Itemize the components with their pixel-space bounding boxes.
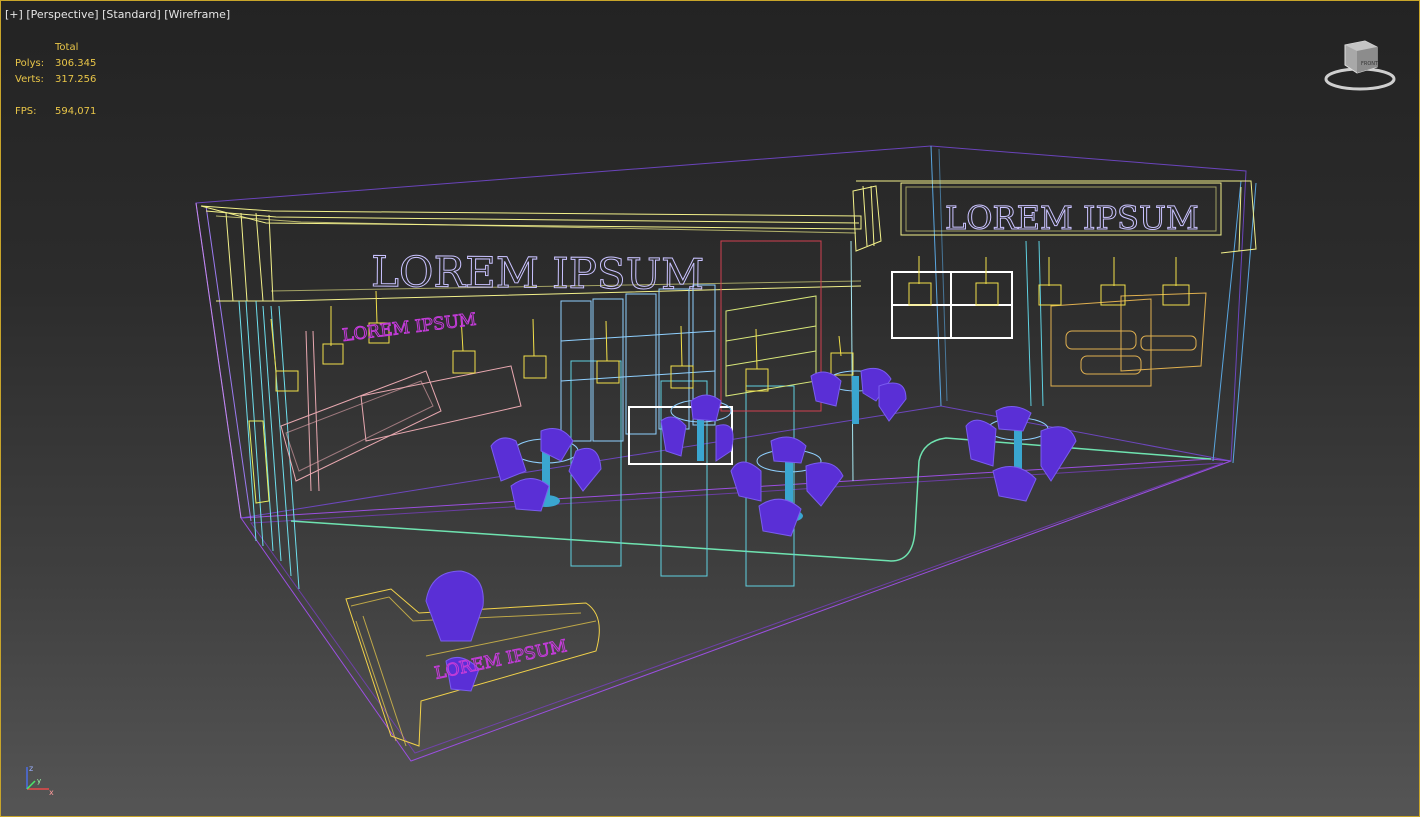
- axis-y-label: y: [37, 777, 41, 785]
- tables-and-chairs: [425, 367, 1077, 692]
- glass-cabinets: [560, 284, 716, 442]
- wall-shelves: [280, 330, 522, 492]
- main-sign-text: LOREM IPSUM: [371, 247, 704, 299]
- right-wall-shelves: [1050, 292, 1207, 387]
- table-group-4: [810, 367, 907, 424]
- right-sign-text: LOREM IPSUM: [945, 199, 1199, 237]
- axis-x-label: x: [49, 788, 54, 797]
- counter-sign-text: LOREM IPSUM: [433, 636, 569, 684]
- table-group-3: [730, 436, 844, 537]
- small-wall-sign-text: LOREM IPSUM: [341, 310, 477, 346]
- axis-z-label: z: [29, 764, 33, 773]
- viewcube-face-label: FRONT: [1361, 61, 1379, 67]
- perspective-viewport[interactable]: [+] [Perspective] [Standard] [Wireframe]…: [0, 0, 1420, 817]
- booth-wireframe-scene: LOREM IPSUM LOREM IPSUM LOREM IPSUM LORE…: [195, 145, 1257, 762]
- table-group-2: [660, 394, 734, 462]
- viewcube[interactable]: FRONT: [1323, 37, 1397, 93]
- axis-tripod: z x y: [26, 764, 54, 797]
- table-group-5: [965, 406, 1077, 502]
